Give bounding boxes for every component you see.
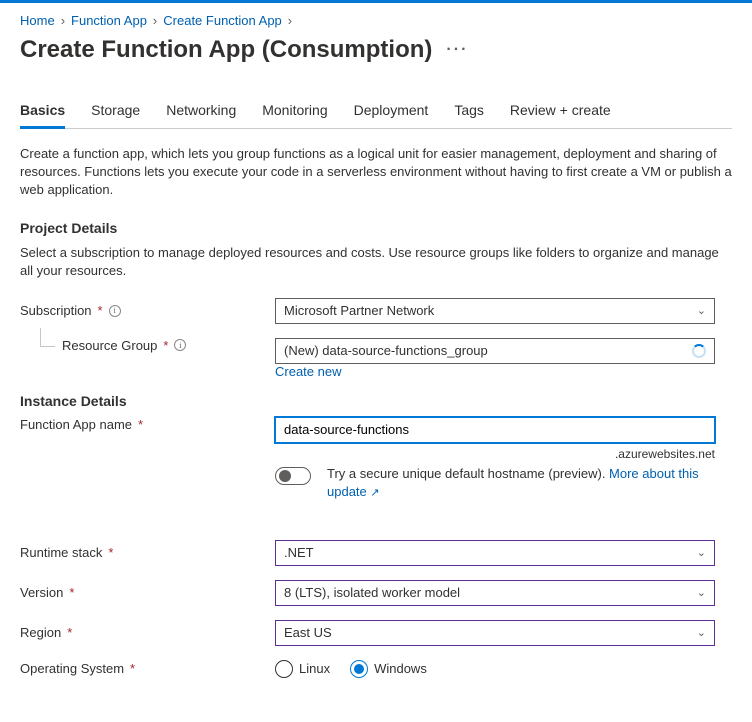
label-app-name: Function App name * <box>20 417 275 432</box>
required-icon: * <box>67 625 72 640</box>
resource-group-select[interactable]: (New) data-source-functions_group <box>275 338 715 364</box>
os-windows-radio[interactable]: Windows <box>350 660 427 678</box>
intro-text: Create a function app, which lets you gr… <box>20 145 732 200</box>
label-runtime-stack: Runtime stack * <box>20 545 275 560</box>
create-new-link[interactable]: Create new <box>275 364 341 379</box>
breadcrumb: Home › Function App › Create Function Ap… <box>20 13 732 28</box>
chevron-down-icon: ⌄ <box>697 304 706 317</box>
chevron-right-icon: › <box>288 13 292 28</box>
breadcrumb-create-app[interactable]: Create Function App <box>163 13 282 28</box>
external-link-icon: ↗ <box>370 487 379 499</box>
chevron-down-icon: ⌄ <box>697 586 706 599</box>
app-name-input[interactable] <box>275 417 715 443</box>
loading-icon <box>692 344 706 358</box>
label-os: Operating System * <box>20 661 275 676</box>
project-details-helper: Select a subscription to manage deployed… <box>20 244 732 280</box>
os-radio-group: Linux Windows <box>275 660 715 678</box>
tab-networking[interactable]: Networking <box>166 94 236 128</box>
hostname-toggle[interactable] <box>275 467 311 485</box>
required-icon: * <box>98 303 103 318</box>
version-select[interactable]: 8 (LTS), isolated worker model ⌄ <box>275 580 715 606</box>
required-icon: * <box>138 417 143 432</box>
breadcrumb-home[interactable]: Home <box>20 13 55 28</box>
breadcrumb-function-app[interactable]: Function App <box>71 13 147 28</box>
hostname-suffix: .azurewebsites.net <box>275 447 715 461</box>
more-icon[interactable]: ··· <box>446 41 468 59</box>
hostname-toggle-label: Try a secure unique default hostname (pr… <box>327 465 715 502</box>
tab-tags[interactable]: Tags <box>454 94 484 128</box>
chevron-right-icon: › <box>153 13 157 28</box>
section-project-details: Project Details <box>20 220 732 236</box>
tab-basics[interactable]: Basics <box>20 94 65 129</box>
info-icon[interactable]: i <box>174 339 186 351</box>
chevron-right-icon: › <box>61 13 65 28</box>
label-subscription: Subscription * i <box>20 303 275 318</box>
chevron-down-icon: ⌄ <box>697 546 706 559</box>
page-title: Create Function App (Consumption) ··· <box>20 36 732 64</box>
runtime-stack-select[interactable]: .NET ⌄ <box>275 540 715 566</box>
os-linux-radio[interactable]: Linux <box>275 660 330 678</box>
required-icon: * <box>163 338 168 353</box>
chevron-down-icon: ⌄ <box>697 626 706 639</box>
required-icon: * <box>130 661 135 676</box>
info-icon[interactable]: i <box>109 305 121 317</box>
subscription-select[interactable]: Microsoft Partner Network ⌄ <box>275 298 715 324</box>
required-icon: * <box>69 585 74 600</box>
label-region: Region * <box>20 625 275 640</box>
label-version: Version * <box>20 585 275 600</box>
label-resource-group: Resource Group * i <box>20 338 275 353</box>
section-instance-details: Instance Details <box>20 393 732 409</box>
required-icon: * <box>108 545 113 560</box>
tab-deployment[interactable]: Deployment <box>354 94 429 128</box>
tab-monitoring[interactable]: Monitoring <box>262 94 327 128</box>
tab-storage[interactable]: Storage <box>91 94 140 128</box>
tab-review-create[interactable]: Review + create <box>510 94 611 128</box>
tabs: Basics Storage Networking Monitoring Dep… <box>20 94 732 129</box>
region-select[interactable]: East US ⌄ <box>275 620 715 646</box>
